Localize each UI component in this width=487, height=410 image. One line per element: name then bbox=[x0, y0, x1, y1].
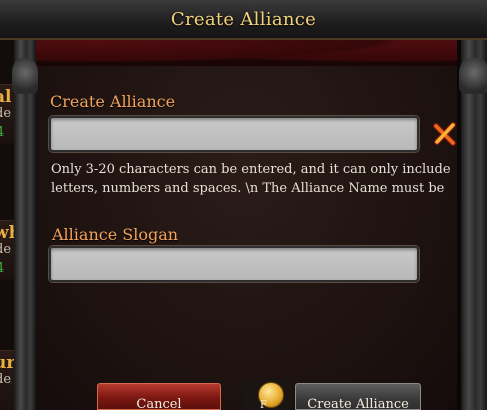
background-alliance-list: al de 4 wh de 4 ur de bbox=[0, 0, 14, 410]
name-rules-hint: Only 3-20 characters can be entered, and… bbox=[51, 162, 451, 196]
list-item: ur de bbox=[0, 350, 14, 410]
alliance-slogan-label: Alliance Slogan bbox=[52, 225, 179, 244]
alliance-name-field[interactable] bbox=[49, 116, 419, 152]
list-item: al de 4 bbox=[0, 84, 14, 144]
cancel-button[interactable]: Cancel bbox=[97, 383, 221, 410]
cost-indicator: F bbox=[244, 380, 292, 410]
left-pillar bbox=[12, 40, 38, 410]
list-item-name: wh bbox=[0, 223, 14, 243]
list-item: wh de 4 bbox=[0, 220, 14, 280]
alliance-name-label: Create Alliance bbox=[50, 92, 176, 111]
cost-amount: F bbox=[260, 400, 267, 410]
list-item-name: ur bbox=[0, 353, 14, 373]
list-item-name: al bbox=[0, 87, 12, 107]
list-item-sub: de bbox=[0, 106, 12, 121]
clear-icon[interactable] bbox=[432, 121, 458, 147]
alliance-name-input[interactable] bbox=[51, 118, 417, 150]
alliance-slogan-field[interactable] bbox=[49, 246, 419, 282]
list-item-sub: de bbox=[0, 372, 12, 387]
list-item-count: 4 bbox=[0, 261, 4, 276]
dialog-title-bar: Create Alliance bbox=[0, 0, 487, 40]
right-pillar bbox=[459, 40, 487, 410]
create-alliance-button[interactable]: Create Alliance bbox=[295, 383, 421, 410]
alliance-slogan-input[interactable] bbox=[51, 248, 417, 280]
list-item-count: 4 bbox=[0, 125, 4, 140]
dialog-title: Create Alliance bbox=[170, 9, 317, 30]
list-item-sub: de bbox=[0, 242, 12, 257]
curtain-decoration bbox=[30, 40, 457, 66]
